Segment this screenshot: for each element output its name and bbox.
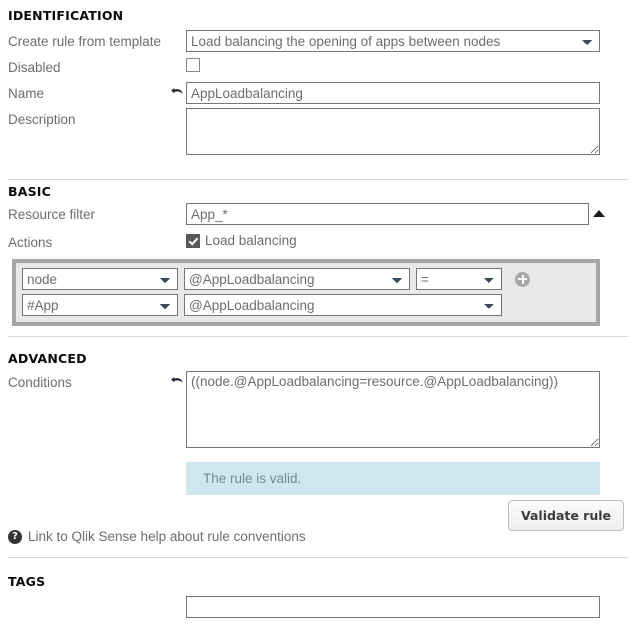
identification-heading: IDENTIFICATION xyxy=(8,8,124,23)
tags-input[interactable] xyxy=(186,596,600,618)
divider-advanced xyxy=(8,557,628,558)
tags-heading: TAGS xyxy=(8,574,46,589)
validation-message-text: The rule is valid. xyxy=(203,471,302,486)
divider-identification xyxy=(8,179,628,180)
basic-section: BASIC xyxy=(8,184,628,199)
name-input[interactable] xyxy=(186,82,600,104)
disabled-checkbox[interactable] xyxy=(186,58,200,72)
action-subject-select-1[interactable]: node xyxy=(22,268,178,290)
actions-field: Load balancing xyxy=(186,231,628,248)
action-attribute-select-2[interactable]: @AppLoadbalancing xyxy=(184,294,502,316)
question-circle-icon: ? xyxy=(8,529,22,544)
tags-label xyxy=(8,596,186,598)
validate-rule-button[interactable]: Validate rule xyxy=(508,500,625,531)
rule-editor-page: IDENTIFICATION Create rule from template… xyxy=(0,0,636,631)
action-attribute-select-1[interactable]: @AppLoadbalancing xyxy=(184,268,410,290)
plus-circle-icon[interactable] xyxy=(515,271,530,287)
undo-arrow-icon[interactable] xyxy=(170,374,184,388)
tags-row xyxy=(8,596,628,618)
help-link[interactable]: ? Link to Qlik Sense help about rule con… xyxy=(8,529,306,544)
disabled-row: Disabled xyxy=(8,56,628,78)
name-row: Name xyxy=(8,82,628,104)
action-operator-select-1[interactable]: = xyxy=(416,268,502,290)
template-select[interactable]: Load balancing the opening of apps betwe… xyxy=(186,30,600,52)
conditions-textarea[interactable]: ((node.@AppLoadbalancing=resource.@AppLo… xyxy=(186,371,600,448)
action-subject-select-2[interactable]: #App xyxy=(22,294,178,316)
description-label: Description xyxy=(8,112,76,127)
create-rule-from-template-label: Create rule from template xyxy=(8,34,162,49)
advanced-heading: ADVANCED xyxy=(8,351,87,366)
tags-field xyxy=(186,596,628,618)
action-row: node @AppLoadbalancing = xyxy=(22,268,590,290)
create-rule-from-template-row: Create rule from template Load balancing… xyxy=(8,30,628,52)
conditions-row: Conditions ((node.@AppLoadbalancing=reso… xyxy=(8,371,628,448)
conditions-label: Conditions xyxy=(8,375,72,390)
action-row: #App @AppLoadbalancing xyxy=(22,294,590,316)
description-field xyxy=(186,108,628,155)
description-textarea[interactable] xyxy=(186,108,600,155)
load-balancing-checkbox[interactable] xyxy=(186,233,200,248)
resource-filter-field xyxy=(186,203,628,225)
description-row: Description xyxy=(8,108,628,155)
resource-filter-label: Resource filter xyxy=(8,207,96,222)
advanced-section: ADVANCED xyxy=(8,351,628,366)
disabled-label: Disabled xyxy=(8,60,61,75)
action-condition-block: node @AppLoadbalancing = #App @AppLoadba… xyxy=(12,259,600,326)
disabled-field xyxy=(186,56,628,72)
tags-section: TAGS xyxy=(8,574,628,589)
identification-section: IDENTIFICATION xyxy=(8,8,628,23)
undo-arrow-icon[interactable] xyxy=(170,85,184,99)
create-rule-from-template-field: Load balancing the opening of apps betwe… xyxy=(186,30,628,52)
name-label: Name xyxy=(8,86,45,101)
resource-filter-input[interactable] xyxy=(186,203,589,225)
help-link-text[interactable]: Link to Qlik Sense help about rule conve… xyxy=(28,529,306,544)
actions-row: Actions Load balancing xyxy=(8,231,628,253)
conditions-field: ((node.@AppLoadbalancing=resource.@AppLo… xyxy=(171,371,628,448)
actions-label: Actions xyxy=(8,235,53,250)
divider-basic xyxy=(8,336,628,337)
triangle-up-icon[interactable] xyxy=(593,210,605,217)
validation-message: The rule is valid. xyxy=(186,462,600,495)
resource-filter-row: Resource filter xyxy=(8,203,628,225)
name-field xyxy=(171,82,628,104)
basic-heading: BASIC xyxy=(8,184,52,199)
load-balancing-checkbox-label: Load balancing xyxy=(205,233,297,248)
